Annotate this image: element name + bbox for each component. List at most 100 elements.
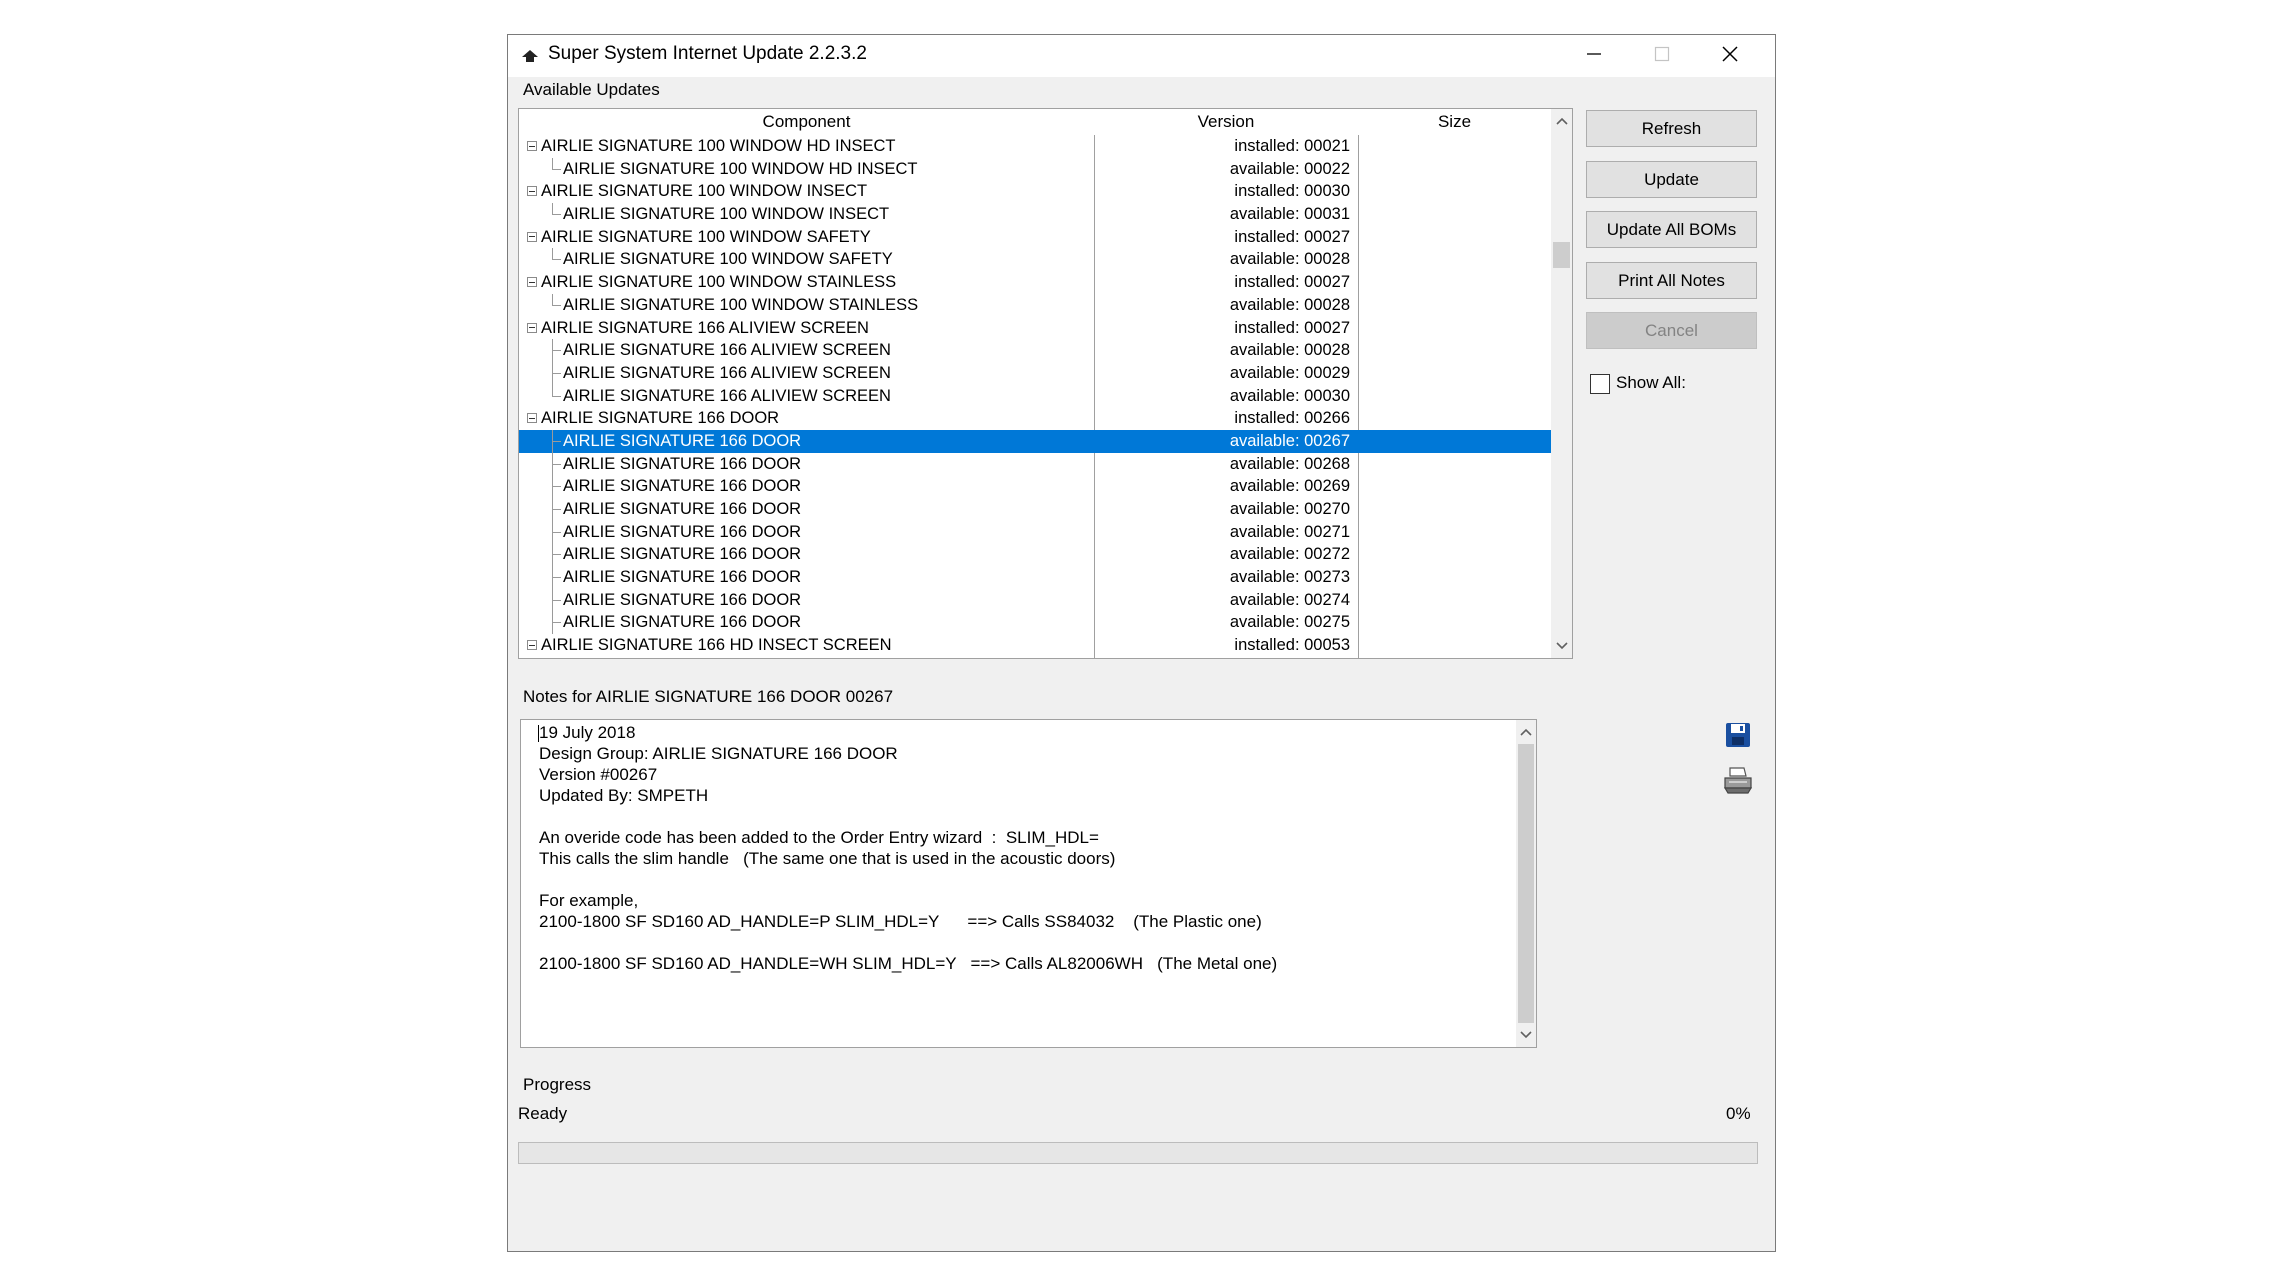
minimize-button[interactable] — [1560, 35, 1628, 77]
print-all-notes-button[interactable]: Print All Notes — [1586, 262, 1757, 299]
tree-row[interactable]: AIRLIE SIGNATURE 166 HD INSECT SCREEN ins… — [519, 634, 1551, 657]
save-notes-button[interactable] — [1721, 720, 1755, 754]
collapse-icon[interactable] — [527, 277, 537, 288]
tree-row[interactable]: AIRLIE SIGNATURE 100 WINDOW INSECT availa… — [519, 203, 1551, 226]
collapse-icon[interactable] — [527, 186, 537, 197]
tree-row[interactable]: AIRLIE SIGNATURE 166 DOOR installed: 0026… — [519, 407, 1551, 430]
notes-scroll-down-arrow[interactable] — [1516, 1023, 1536, 1047]
chevron-down-icon — [1520, 1026, 1532, 1044]
tree-row[interactable]: AIRLIE SIGNATURE 100 WINDOW STAINLESS ava… — [519, 293, 1551, 317]
update-button[interactable]: Update — [1586, 161, 1757, 198]
component-name: AIRLIE SIGNATURE 100 WINDOW HD INSECT — [563, 159, 918, 178]
save-icon — [1724, 721, 1752, 754]
column-header-version[interactable]: Version — [1094, 109, 1358, 135]
scroll-up-arrow[interactable] — [1551, 109, 1572, 133]
tree-row[interactable]: AIRLIE SIGNATURE 166 DOOR available: 0026… — [519, 452, 1551, 476]
component-name: AIRLIE SIGNATURE 166 DOOR — [563, 477, 802, 496]
tree-connector — [552, 304, 561, 306]
notes-line: Version #00267 — [539, 765, 658, 784]
refresh-button[interactable]: Refresh — [1586, 110, 1757, 147]
version-value: available: 00270 — [1229, 500, 1350, 518]
update-all-boms-button[interactable]: Update All BOMs — [1586, 211, 1757, 248]
tree-connector — [552, 168, 561, 170]
notes-scroll-up-arrow[interactable] — [1516, 720, 1536, 744]
tree-row[interactable]: AIRLIE SIGNATURE 166 DOOR available: 0027… — [519, 611, 1551, 635]
version-value: available: 00028 — [1229, 341, 1350, 360]
tree-row[interactable]: AIRLIE SIGNATURE 100 WINDOW SAFETY instal… — [519, 226, 1551, 249]
notes-line: 2100-1800 SF SD160 AD_HANDLE=P SLIM_HDL=… — [539, 912, 1262, 931]
scroll-down-arrow[interactable] — [1551, 634, 1572, 658]
tree-row[interactable]: AIRLIE SIGNATURE 166 DOOR available: 0027… — [519, 498, 1551, 521]
tree-row[interactable]: AIRLIE SIGNATURE 166 DOOR available: 0027… — [519, 588, 1551, 612]
notes-textarea[interactable]: 19 July 2018 Design Group: AIRLIE SIGNATU… — [520, 719, 1537, 1048]
progress-bar — [518, 1142, 1758, 1164]
version-value: available: 00271 — [1229, 522, 1350, 541]
tree-row[interactable]: AIRLIE SIGNATURE 166 DOOR available: 0026… — [519, 475, 1551, 498]
tree-row[interactable]: AIRLIE SIGNATURE 100 WINDOW STAINLESS ins… — [519, 271, 1551, 294]
component-name: AIRLIE SIGNATURE 100 WINDOW STAINLESS — [541, 273, 897, 292]
tree-row[interactable]: AIRLIE SIGNATURE 166 DOOR available: 0027… — [519, 520, 1551, 544]
version-value: installed: 00027 — [1234, 273, 1350, 292]
updates-tree[interactable]: Component Version Size AIRLIE SIGNATURE … — [518, 108, 1573, 659]
tree-row[interactable]: AIRLIE SIGNATURE 166 ALIVIEW SCREEN avail… — [519, 384, 1551, 408]
tree-row[interactable]: AIRLIE SIGNATURE 166 DOOR available: 0027… — [519, 566, 1551, 589]
version-value: available: 00273 — [1229, 568, 1350, 587]
notes-line: 2100-1800 SF SD160 AD_HANDLE=WH SLIM_HDL… — [539, 954, 1278, 973]
component-name: AIRLIE SIGNATURE 166 ALIVIEW SCREEN — [541, 318, 869, 337]
column-header-component[interactable]: Component — [519, 109, 1094, 135]
tree-connector — [552, 577, 561, 579]
tree-connector — [552, 509, 561, 510]
tree-connector — [552, 463, 561, 465]
notes-scroll-thumb[interactable] — [1518, 744, 1534, 1023]
tree-scrollbar[interactable] — [1551, 109, 1572, 658]
close-button[interactable] — [1696, 35, 1764, 77]
title-bar[interactable]: Super System Internet Update 2.2.3.2 — [508, 35, 1775, 77]
version-value: available: 00272 — [1229, 545, 1350, 564]
tree-connector — [552, 531, 561, 533]
version-value: installed: 00027 — [1234, 318, 1350, 337]
collapse-icon[interactable] — [527, 231, 537, 242]
maximize-button[interactable] — [1628, 35, 1696, 77]
notes-label: Notes for AIRLIE SIGNATURE 166 DOOR 0026… — [523, 687, 894, 706]
tree-row-selected[interactable]: AIRLIE SIGNATURE 166 DOOR available: 0026… — [519, 429, 1551, 453]
collapse-icon[interactable] — [527, 141, 537, 151]
tree-connector — [552, 395, 561, 397]
show-all-checkbox[interactable] — [1590, 374, 1610, 394]
tree-connector — [552, 622, 561, 624]
component-name: AIRLIE SIGNATURE 100 WINDOW SAFETY — [541, 227, 871, 246]
notes-line: Updated By: SMPETH — [539, 786, 709, 805]
tree-row[interactable]: AIRLIE SIGNATURE 100 WINDOW SAFETY availa… — [519, 248, 1551, 271]
collapse-icon[interactable] — [527, 640, 537, 651]
component-name: AIRLIE SIGNATURE 100 WINDOW STAINLESS — [563, 295, 919, 314]
version-value: available: 00267 — [1229, 431, 1350, 450]
tree-row[interactable]: AIRLIE SIGNATURE 166 ALIVIEW SCREEN avail… — [519, 361, 1551, 385]
notes-scrollbar[interactable] — [1516, 720, 1536, 1047]
tree-row[interactable]: AIRLIE SIGNATURE 100 WINDOW INSECT instal… — [519, 180, 1551, 203]
component-name: AIRLIE SIGNATURE 100 WINDOW INSECT — [563, 205, 890, 224]
component-name: AIRLIE SIGNATURE 166 HD INSECT SCREEN — [541, 636, 892, 655]
tree-row[interactable]: AIRLIE SIGNATURE 100 WINDOW HD INSECT ava… — [519, 157, 1551, 181]
column-header-size[interactable]: Size — [1358, 109, 1551, 135]
print-notes-button[interactable] — [1721, 766, 1755, 800]
tree-row[interactable]: AIRLIE SIGNATURE 166 ALIVIEW SCREEN insta… — [519, 317, 1551, 340]
tree-row[interactable]: AIRLIE SIGNATURE 166 DOOR available: 0027… — [519, 543, 1551, 567]
version-value: available: 00028 — [1229, 295, 1350, 314]
notes-line: For example, — [539, 891, 639, 910]
collapse-icon[interactable] — [527, 413, 537, 424]
window-title: Super System Internet Update 2.2.3.2 — [548, 43, 867, 64]
tree-row[interactable]: AIRLIE SIGNATURE 166 ALIVIEW SCREEN avail… — [519, 339, 1551, 362]
tree-connector — [552, 214, 561, 216]
component-name: AIRLIE SIGNATURE 166 DOOR — [563, 431, 802, 450]
component-name: AIRLIE SIGNATURE 166 DOOR — [563, 454, 802, 473]
version-value: installed: 00021 — [1234, 137, 1350, 155]
tree-row[interactable]: AIRLIE SIGNATURE 100 WINDOW HD INSECT ins… — [519, 135, 1551, 158]
collapse-icon[interactable] — [527, 322, 537, 333]
notes-line — [539, 932, 1277, 953]
scroll-thumb[interactable] — [1553, 242, 1570, 268]
cancel-button[interactable]: Cancel — [1586, 312, 1757, 349]
notes-text: 19 July 2018 Design Group: AIRLIE SIGNATU… — [539, 722, 1277, 974]
version-value: available: 00268 — [1229, 454, 1350, 473]
version-value: available: 00274 — [1229, 590, 1350, 609]
version-value: available: 00029 — [1229, 363, 1350, 382]
notes-line: This calls the slim handle (The same one… — [539, 849, 1116, 868]
